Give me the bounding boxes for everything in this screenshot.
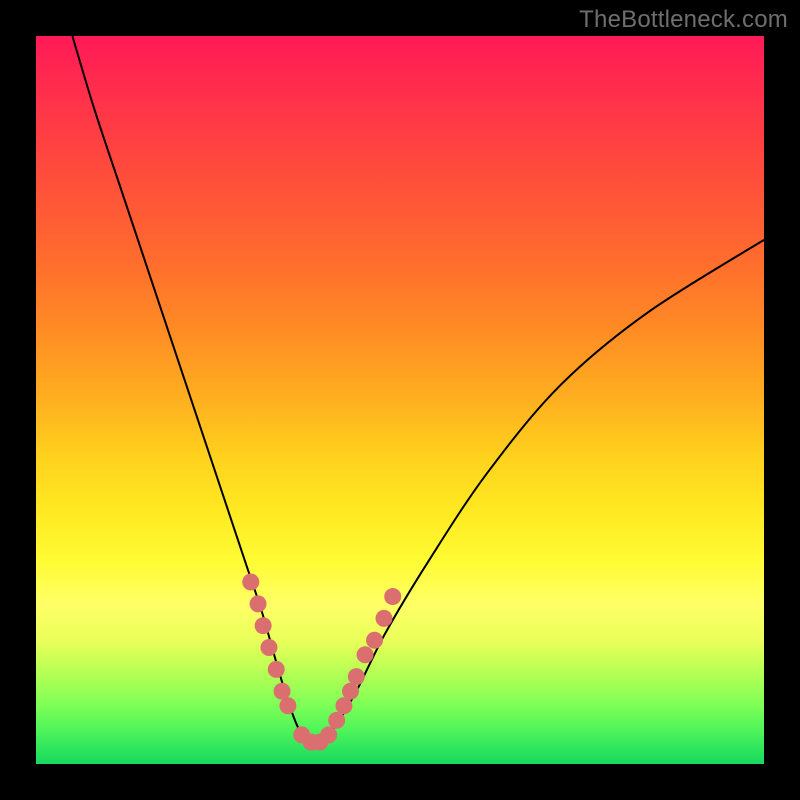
bottleneck-curve bbox=[72, 36, 764, 744]
bead bbox=[375, 610, 392, 627]
bead bbox=[320, 726, 337, 743]
bead bbox=[357, 646, 374, 663]
bead bbox=[366, 632, 383, 649]
bead bbox=[242, 574, 259, 591]
plot-area bbox=[36, 36, 764, 764]
bead bbox=[274, 683, 291, 700]
curve-svg bbox=[36, 36, 764, 764]
chart-frame: TheBottleneck.com bbox=[0, 0, 800, 800]
bead bbox=[279, 697, 296, 714]
bead bbox=[255, 617, 272, 634]
bead bbox=[335, 697, 352, 714]
bead bbox=[328, 712, 345, 729]
highlight-beads bbox=[242, 574, 401, 751]
bead bbox=[384, 588, 401, 605]
bead bbox=[348, 668, 365, 685]
bead bbox=[268, 661, 285, 678]
bead bbox=[342, 683, 359, 700]
bead bbox=[250, 595, 267, 612]
watermark-text: TheBottleneck.com bbox=[579, 6, 788, 34]
bead bbox=[260, 639, 277, 656]
